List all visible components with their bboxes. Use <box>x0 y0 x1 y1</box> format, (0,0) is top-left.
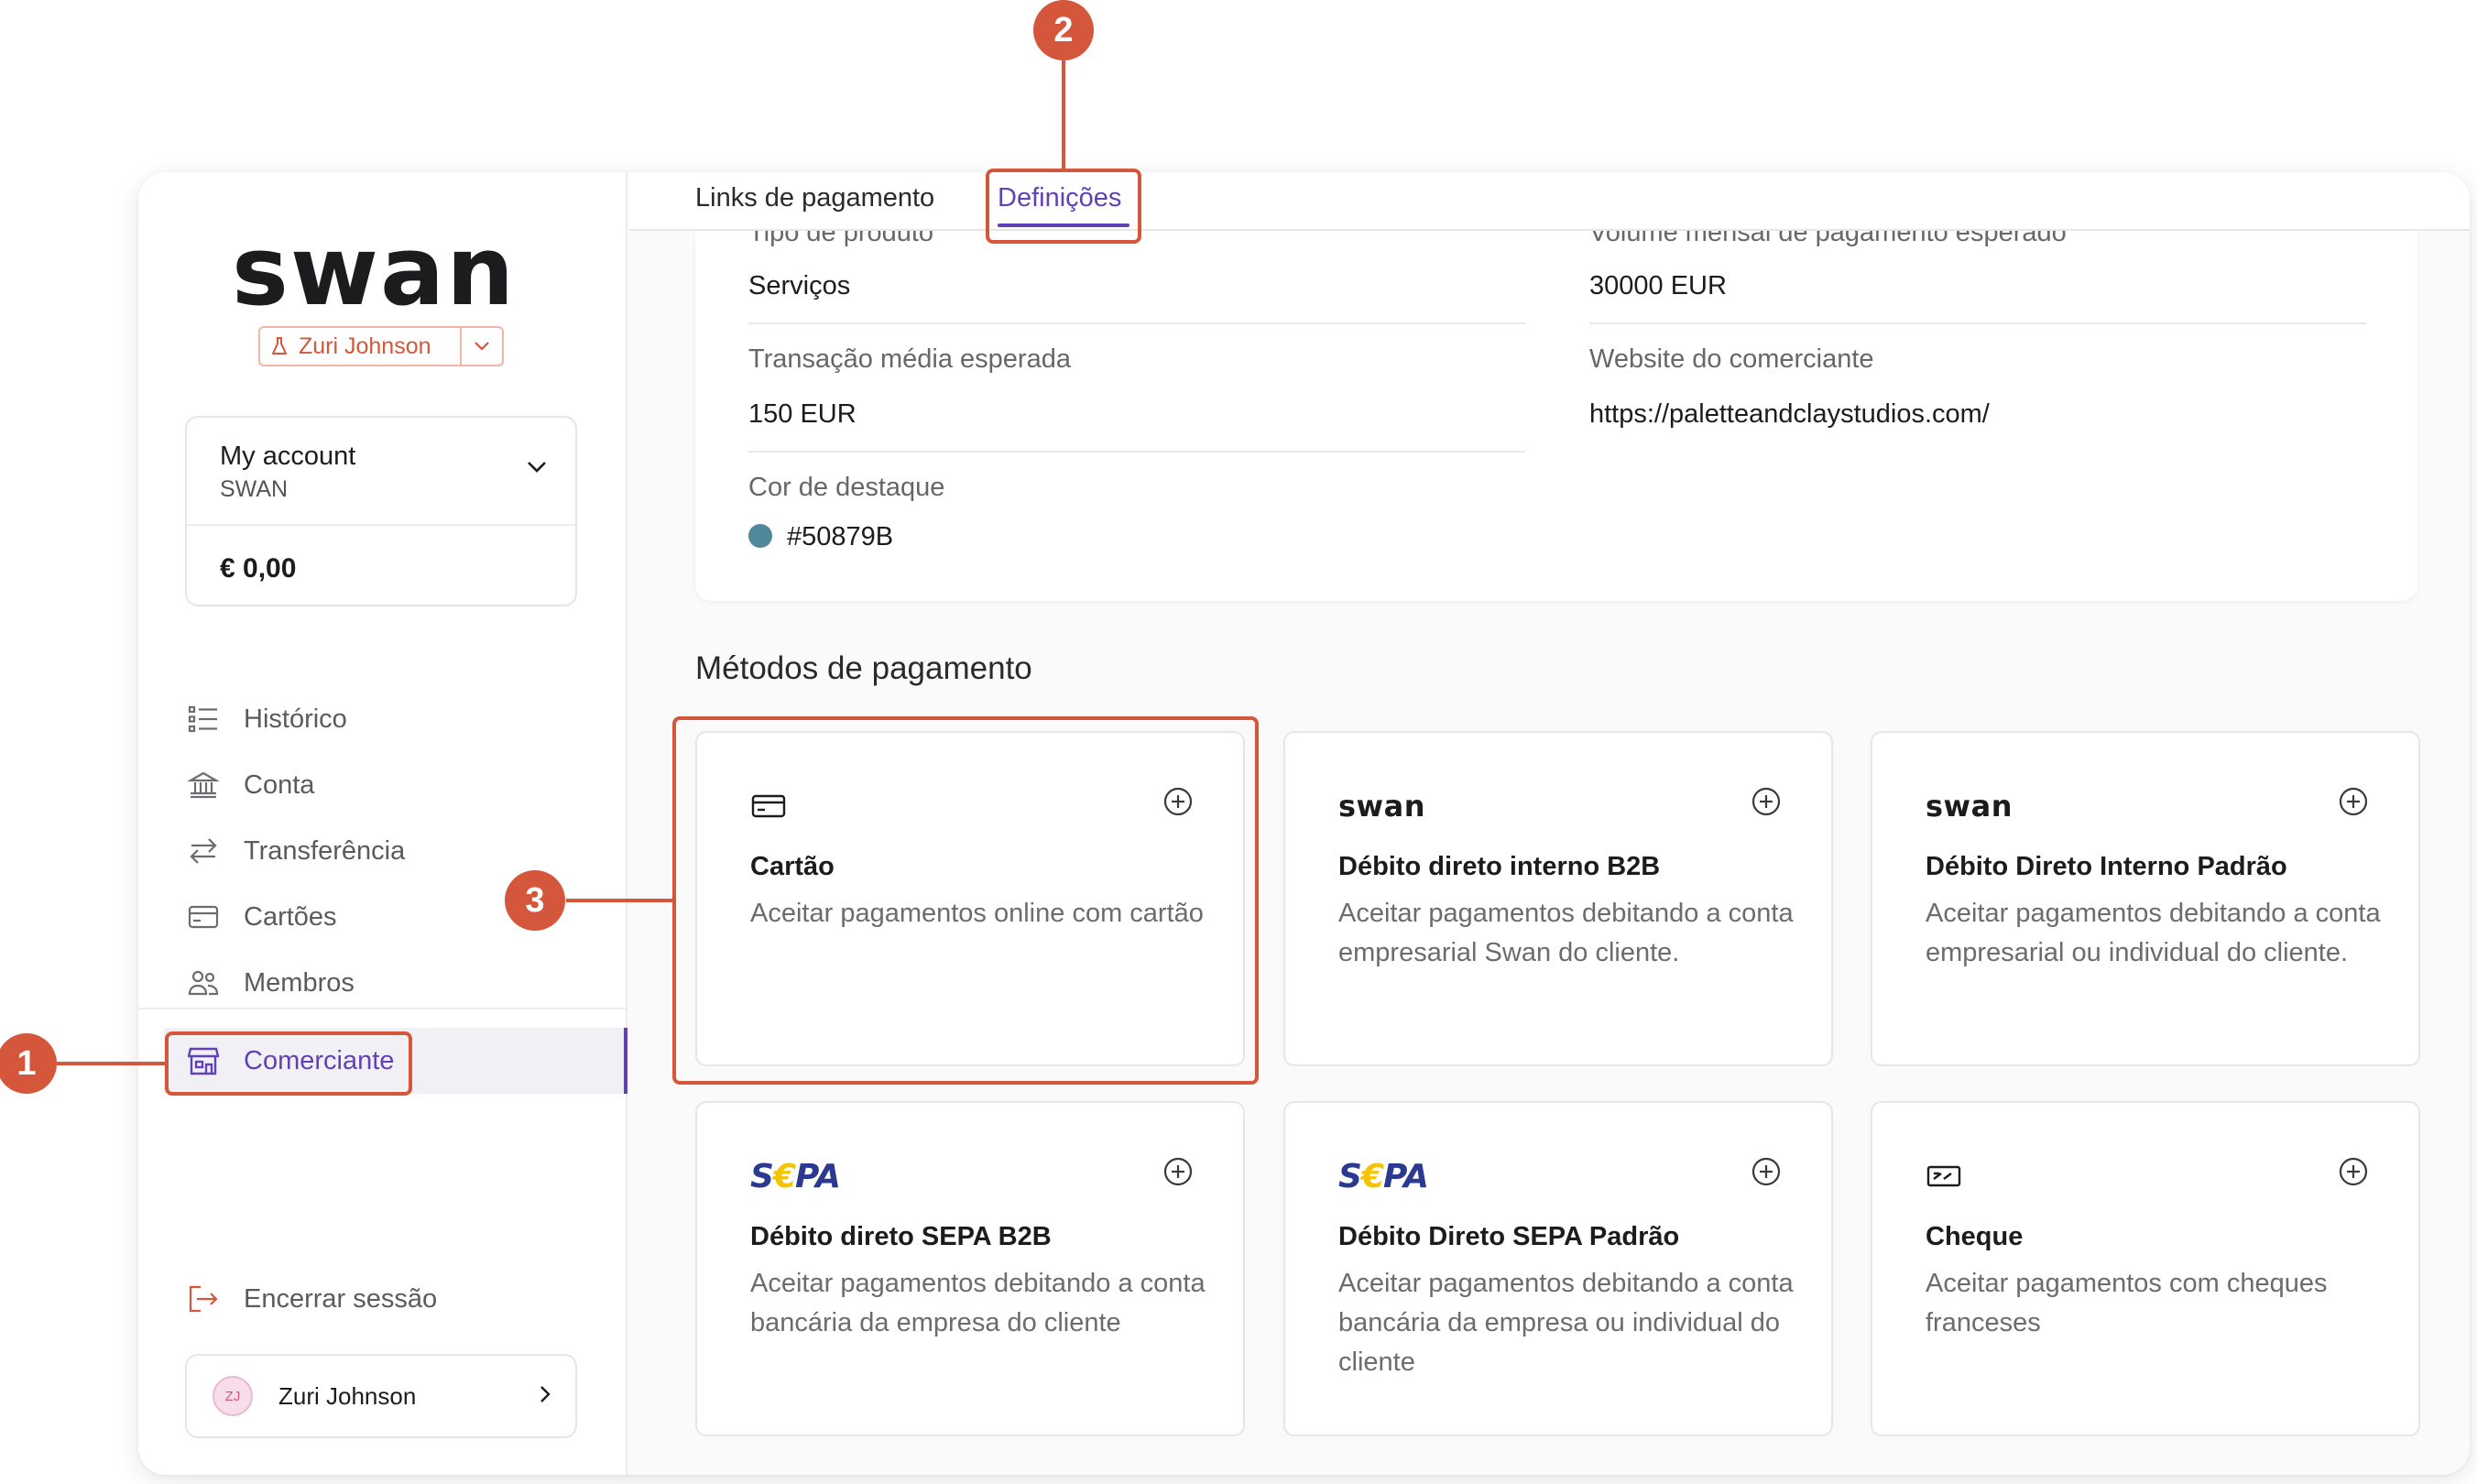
annotation-badge-1: 1 <box>0 1033 57 1094</box>
payment-method-title: Cheque <box>1926 1222 2024 1251</box>
payment-method-description: Aceitar pagamentos debitando a conta emp… <box>1338 899 1794 967</box>
account-subtitle: SWAN <box>220 476 289 502</box>
payment-method-title: Débito direto SEPA B2B <box>750 1222 1052 1251</box>
account-title: My account <box>220 442 356 471</box>
website-value: https://paletteandclaystudios.com/ <box>1589 399 1990 429</box>
nav-item-membros[interactable]: Membros <box>185 954 588 1012</box>
logout-button[interactable]: Encerrar sessão <box>185 1270 588 1328</box>
active-indicator <box>624 1028 627 1094</box>
nav-item-conta[interactable]: Conta <box>185 756 588 814</box>
avg-transaction-value: 150 EUR <box>748 399 857 429</box>
annotation-box-1 <box>165 1031 412 1096</box>
swan-logo: swan <box>1926 789 2013 824</box>
monthly-volume-value: 30000 EUR <box>1589 271 1727 300</box>
nav-label: Histórico <box>244 704 347 734</box>
payment-method-card-swan-standard[interactable]: swan Débito Direto Interno Padrão Aceita… <box>1871 731 2420 1066</box>
logout-label: Encerrar sessão <box>244 1283 438 1314</box>
nav-item-historico[interactable]: Histórico <box>185 690 588 748</box>
highlight-color-label: Cor de destaque <box>748 473 945 502</box>
avg-transaction-label: Transação média esperada <box>748 344 1071 374</box>
add-circle-icon[interactable] <box>2338 1156 2369 1192</box>
tab-bar: Links de pagamento Definições <box>629 172 2470 231</box>
annotation-box-3 <box>672 716 1259 1085</box>
highlight-color-value: #50879B <box>787 522 894 551</box>
annotation-badge-3: 3 <box>505 870 565 931</box>
sidebar: swan Zuri Johnson My account SWAN € 0,00 <box>138 172 627 1475</box>
project-name: Zuri Johnson <box>299 333 431 359</box>
product-type-value: Serviços <box>748 271 851 300</box>
merchant-profile-card: Tipo de produto Serviços Volume mensal d… <box>695 231 2417 601</box>
bank-icon <box>187 769 220 802</box>
payment-method-description: Aceitar pagamentos debitando a conta emp… <box>1926 899 2381 967</box>
account-balance: € 0,00 <box>220 553 297 584</box>
sepa-logo: S € PA <box>1338 1157 1429 1195</box>
list-icon <box>187 703 220 736</box>
members-icon <box>187 966 220 999</box>
payment-methods-title: Métodos de pagamento <box>695 650 1032 686</box>
account-card[interactable]: My account SWAN € 0,00 <box>185 416 577 606</box>
payment-method-card-sepa-b2b[interactable]: S € PA Débito direto SEPA B2B Aceitar paga… <box>695 1101 1245 1436</box>
swan-logo: swan <box>232 229 516 321</box>
add-circle-icon[interactable] <box>1751 1156 1782 1192</box>
payment-method-card-sepa-standard[interactable]: S € PA Débito Direto SEPA Padrão Aceitar p… <box>1283 1101 1833 1436</box>
nav-divider <box>138 1008 626 1009</box>
payment-method-title: Débito direto interno B2B <box>1338 852 1661 881</box>
field-divider <box>748 322 1525 324</box>
nav-label: Transferência <box>244 835 406 866</box>
payment-method-title: Débito Direto Interno Padrão <box>1926 852 2287 881</box>
annotation-badge-2: 2 <box>1033 0 1094 60</box>
annotation-box-2 <box>986 169 1141 244</box>
tab-links-de-pagamento[interactable]: Links de pagamento <box>695 183 934 213</box>
svg-text:swan: swan <box>232 229 516 321</box>
annotation-connector-1 <box>57 1062 165 1065</box>
nav-label: Cartões <box>244 901 337 932</box>
user-name: Zuri Johnson <box>278 1381 417 1410</box>
payment-method-title: Débito Direto SEPA Padrão <box>1338 1222 1680 1251</box>
sepa-logo: S € PA <box>750 1157 841 1195</box>
payment-method-description: Aceitar pagamentos debitando a conta ban… <box>1338 1269 1794 1377</box>
payment-method-card-cheque[interactable]: Cheque Aceitar pagamentos com cheques fr… <box>1871 1101 2420 1436</box>
color-swatch <box>748 524 772 548</box>
project-switcher[interactable]: Zuri Johnson <box>258 326 504 366</box>
product-type-label: Tipo de produto <box>748 231 934 247</box>
account-header[interactable]: My account SWAN <box>187 418 575 526</box>
nav-label: Conta <box>244 769 315 800</box>
avatar: ZJ <box>213 1376 253 1416</box>
add-circle-icon[interactable] <box>1751 786 1782 822</box>
app-window: swan Zuri Johnson My account SWAN € 0,00 <box>138 172 2470 1475</box>
annotation-connector-2 <box>1062 60 1065 169</box>
chevron-down-icon[interactable] <box>462 341 502 352</box>
annotation-connector-3 <box>566 899 672 902</box>
field-divider <box>748 451 1525 453</box>
card-icon <box>187 900 220 933</box>
add-circle-icon[interactable] <box>1162 1156 1194 1192</box>
check-icon <box>1926 1156 1962 1196</box>
field-divider <box>1589 322 2366 324</box>
logout-icon <box>187 1282 220 1315</box>
monthly-volume-label: Volume mensal de pagamento esperado <box>1589 231 2067 247</box>
user-profile-button[interactable]: ZJ Zuri Johnson <box>185 1354 577 1438</box>
payment-method-card-swan-b2b[interactable]: swan Débito direto interno B2B Aceitar p… <box>1283 731 1833 1066</box>
chevron-right-icon <box>539 1384 551 1409</box>
payment-method-description: Aceitar pagamentos debitando a conta ban… <box>750 1269 1206 1337</box>
arrows-icon <box>187 835 220 867</box>
payment-method-description: Aceitar pagamentos com cheques franceses <box>1926 1269 2328 1337</box>
website-label: Website do comerciante <box>1589 344 1874 374</box>
swan-logo: swan <box>1338 789 1425 824</box>
nav-label: Membros <box>244 967 355 998</box>
chevron-down-icon[interactable] <box>526 460 548 479</box>
add-circle-icon[interactable] <box>2338 786 2369 822</box>
flask-icon <box>271 336 291 356</box>
